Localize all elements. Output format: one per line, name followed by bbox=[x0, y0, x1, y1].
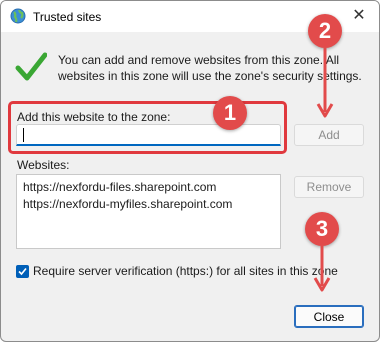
remove-button[interactable]: Remove bbox=[294, 176, 364, 198]
list-item[interactable]: https://nexfordu-files.sharepoint.com bbox=[23, 180, 216, 194]
close-button[interactable]: Close bbox=[294, 305, 364, 328]
checkbox-check-icon bbox=[18, 267, 27, 276]
arrow-down-icon bbox=[316, 48, 334, 118]
step-marker-2: 2 bbox=[308, 14, 342, 48]
add-button[interactable]: Add bbox=[294, 124, 364, 146]
arrow-down-icon bbox=[313, 246, 331, 292]
websites-list[interactable]: https://nexfordu-files.sharepoint.com ht… bbox=[16, 174, 281, 249]
list-item[interactable]: https://nexfordu-myfiles.sharepoint.com bbox=[23, 197, 232, 211]
websites-label: Websites: bbox=[17, 158, 70, 172]
checkmark-icon bbox=[15, 51, 48, 83]
window-title: Trusted sites bbox=[33, 10, 102, 24]
step-marker-3: 3 bbox=[305, 212, 339, 246]
server-verification-label: Require server verification (https:) for… bbox=[33, 264, 338, 278]
step-marker-1: 1 bbox=[213, 96, 247, 130]
close-icon[interactable]: ✕ bbox=[350, 7, 368, 25]
server-verification-checkbox[interactable] bbox=[16, 265, 29, 278]
globe-icon bbox=[10, 8, 26, 24]
